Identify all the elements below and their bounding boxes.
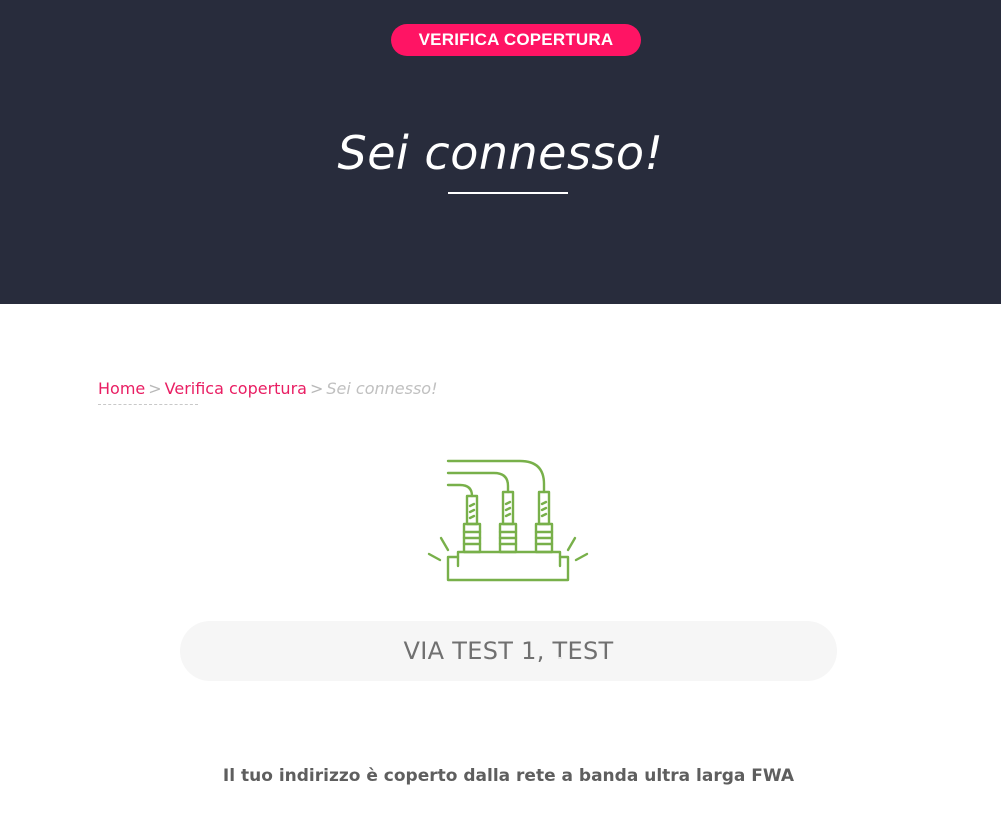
breadcrumb-separator: > bbox=[148, 379, 162, 398]
breadcrumb-underline bbox=[98, 404, 198, 405]
verifica-copertura-badge[interactable]: VERIFICA COPERTURA bbox=[391, 24, 641, 56]
text-cursor bbox=[558, 657, 562, 659]
title-underline bbox=[448, 192, 568, 194]
coverage-message: Il tuo indirizzo è coperto dalla rete a … bbox=[222, 766, 795, 786]
hero-header: VERIFICA COPERTURA Sei connesso! bbox=[0, 0, 1001, 304]
breadcrumb-current: Sei connesso! bbox=[326, 379, 438, 398]
fiber-connectors-icon bbox=[424, 456, 592, 584]
breadcrumb-link-verifica-copertura[interactable]: Verifica copertura bbox=[165, 379, 307, 398]
page-title: Sei connesso! bbox=[337, 126, 664, 180]
address-field: VIA TEST 1, TEST bbox=[180, 621, 837, 681]
breadcrumb-link-home[interactable]: Home bbox=[98, 379, 145, 398]
address-value: VIA TEST 1, TEST bbox=[403, 637, 614, 665]
breadcrumb: Home > Verifica copertura > Sei connesso! bbox=[98, 378, 437, 400]
breadcrumb-separator: > bbox=[309, 379, 324, 398]
